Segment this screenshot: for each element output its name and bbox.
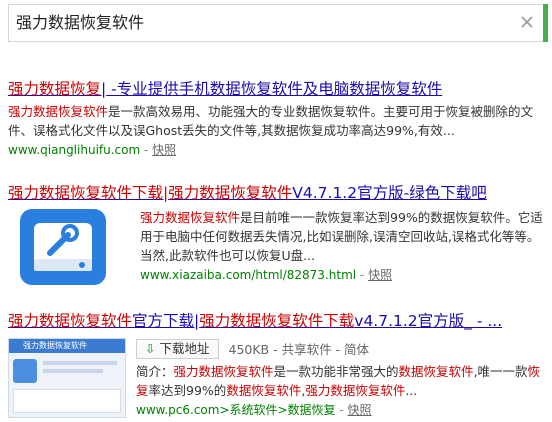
search-input[interactable] xyxy=(9,5,509,41)
thumbnail-line xyxy=(43,369,103,373)
search-result: 强力数据恢复| -专业提供手机数据恢复软件及电脑数据恢复软件 强力数据恢复软件是… xyxy=(8,78,548,160)
result-url: www.xiazaiba.com/html/82873.html - 快照 xyxy=(140,268,393,282)
accent-strip xyxy=(543,4,548,42)
disk-wrench-icon xyxy=(34,223,92,271)
search-result: 强力数据恢复软件官方下载|强力数据恢复软件下载v4.7.1.2官方版_ - ..… xyxy=(8,310,548,332)
search-bar xyxy=(8,4,548,42)
result-title-link[interactable]: 强力数据恢复软件官方下载|强力数据恢复软件下载v4.7.1.2官方版_ - ..… xyxy=(8,310,548,332)
app-logo-icon xyxy=(13,359,37,383)
thumbnail-panel xyxy=(13,389,121,413)
download-arrow-icon: ⇩ xyxy=(145,340,156,356)
file-meta: 450KB - 共享软件 - 简体 xyxy=(228,342,370,357)
app-screenshot-thumbnail[interactable]: 强力数据恢复软件 xyxy=(8,338,126,418)
result-title-link[interactable]: 强力数据恢复| -专业提供手机数据恢复软件及电脑数据恢复软件 xyxy=(8,78,548,100)
thumbnail-window-title: 强力数据恢复软件 xyxy=(9,339,125,353)
close-icon[interactable] xyxy=(519,14,535,30)
result-snippet: 简介：强力数据恢复软件是一款功能非常强大的数据恢复软件,唯一一款恢复率达到99%… xyxy=(136,364,541,398)
download-button[interactable]: ⇩ 下载地址 xyxy=(136,338,219,359)
snapshot-link[interactable]: 快照 xyxy=(368,268,392,282)
app-thumbnail[interactable] xyxy=(20,209,106,285)
snapshot-link[interactable]: 快照 xyxy=(152,143,176,157)
result-url: www.qianglihuifu.com - 快照 xyxy=(8,143,177,157)
result-snippet: 强力数据恢复软件是目前唯一一款恢复率达到99%的数据恢复软件。它适用于电脑中任何… xyxy=(140,210,543,263)
result-url: www.pc6.com>系统软件>数据恢复 - 快照 xyxy=(136,403,372,417)
result-title-link[interactable]: 强力数据恢复软件下载|强力数据恢复软件V4.7.1.2官方版-绿色下载吧 xyxy=(8,182,548,204)
thumbnail-line xyxy=(43,361,117,365)
snapshot-link[interactable]: 快照 xyxy=(348,403,372,417)
result-snippet: 强力数据恢复软件是一款高效易用、功能强大的专业数据恢复软件。主要可用于恢复被删除… xyxy=(8,104,534,138)
search-result: 强力数据恢复软件下载|强力数据恢复软件V4.7.1.2官方版-绿色下载吧 xyxy=(8,182,548,204)
